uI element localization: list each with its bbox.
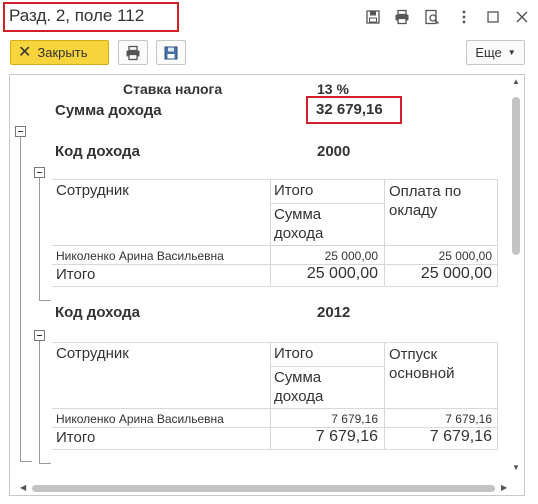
- table-border: [52, 245, 498, 246]
- table-border: [270, 203, 384, 204]
- outline-line: [20, 461, 32, 462]
- table-border: [497, 179, 498, 287]
- table-border: [52, 449, 498, 450]
- table-border: [270, 342, 271, 450]
- close-x-icon: ✕: [18, 43, 32, 61]
- column-header-total: Итого: [274, 182, 314, 199]
- window-title: Разд. 2, поле 112: [9, 6, 145, 25]
- outline-line: [20, 137, 21, 461]
- outline-line: [39, 341, 40, 463]
- save-button[interactable]: [156, 40, 186, 65]
- tax-rate-label: Ставка налога: [123, 81, 223, 97]
- column-header-total: Итого: [274, 345, 314, 362]
- column-header-employee: Сотрудник: [56, 182, 129, 199]
- income-code-value: 2012: [317, 304, 351, 321]
- table-border: [384, 342, 385, 450]
- income-code-label: Код дохода: [55, 304, 140, 321]
- table-border: [52, 408, 498, 409]
- save-icon: [164, 46, 178, 59]
- tax-rate-value: 13 %: [317, 81, 349, 97]
- income-code-label: Код дохода: [55, 143, 140, 160]
- table-cell-detail: 25 000,00: [438, 249, 492, 263]
- table-border: [270, 366, 384, 367]
- column-header-employee: Сотрудник: [56, 345, 129, 362]
- income-sum-label: Сумма дохода: [55, 102, 162, 119]
- close-button[interactable]: ✕ Закрыть: [10, 40, 109, 65]
- table-border: [384, 179, 385, 287]
- table-border: [270, 179, 271, 287]
- more-button[interactable]: Еще ▼: [466, 40, 525, 65]
- outline-line: [39, 463, 51, 464]
- more-vertical-icon[interactable]: [455, 8, 473, 26]
- table-border: [497, 342, 498, 450]
- close-icon[interactable]: [513, 8, 531, 26]
- title-bar: Разд. 2, поле 112: [0, 0, 538, 36]
- print-button[interactable]: [118, 40, 148, 65]
- scroll-right-icon[interactable]: ▶: [501, 483, 507, 492]
- table-footer-total: 7 679,16: [315, 428, 378, 445]
- chevron-down-icon: ▼: [507, 48, 516, 57]
- maximize-icon[interactable]: [484, 8, 502, 26]
- report-spreadsheet[interactable]: Ставка налога 13 % Сумма дохода 32 679,1…: [9, 74, 525, 496]
- collapse-group-icon[interactable]: [34, 330, 45, 341]
- table-cell-detail: 7 679,16: [445, 412, 492, 426]
- collapse-group-icon[interactable]: [15, 126, 26, 137]
- scroll-down-icon[interactable]: ▼: [512, 463, 520, 472]
- table-footer-label: Итого: [56, 429, 96, 446]
- preview-icon[interactable]: [423, 8, 441, 26]
- table-border: [52, 286, 498, 287]
- table-border: [52, 342, 498, 343]
- collapse-group-icon[interactable]: [34, 167, 45, 178]
- table-footer-detail: 7 679,16: [429, 428, 492, 445]
- column-header-detail: Оплата по окладу: [389, 183, 462, 219]
- scroll-left-icon[interactable]: ◀: [20, 483, 26, 492]
- table-footer-detail: 25 000,00: [420, 265, 492, 282]
- column-subheader-total: Сумма дохода: [274, 369, 324, 405]
- outline-line: [39, 300, 51, 301]
- table-cell-total: 7 679,16: [331, 412, 378, 426]
- more-button-label: Еще: [475, 45, 502, 60]
- outline-line: [39, 178, 40, 300]
- save-icon[interactable]: [364, 8, 382, 26]
- print-icon: [126, 45, 140, 60]
- print-icon[interactable]: [393, 8, 411, 26]
- income-sum-value: 32 679,16: [316, 101, 383, 118]
- toolbar: ✕ Закрыть Еще ▼: [0, 36, 538, 70]
- table-border: [52, 179, 498, 180]
- column-header-detail: Отпуск основной: [389, 346, 455, 382]
- close-button-label: Закрыть: [37, 45, 88, 60]
- horizontal-scrollbar-thumb[interactable]: [32, 485, 495, 492]
- table-footer-total: 25 000,00: [306, 265, 378, 282]
- table-footer-label: Итого: [56, 266, 96, 283]
- income-code-value: 2000: [317, 143, 351, 160]
- table-cell-employee: Николенко Арина Васильевна: [56, 412, 224, 426]
- column-subheader-total: Сумма дохода: [274, 206, 324, 242]
- vertical-scrollbar-thumb[interactable]: [512, 97, 520, 255]
- scroll-up-icon[interactable]: ▲: [512, 77, 520, 86]
- table-cell-employee: Николенко Арина Васильевна: [56, 249, 224, 263]
- table-cell-total: 25 000,00: [324, 249, 378, 263]
